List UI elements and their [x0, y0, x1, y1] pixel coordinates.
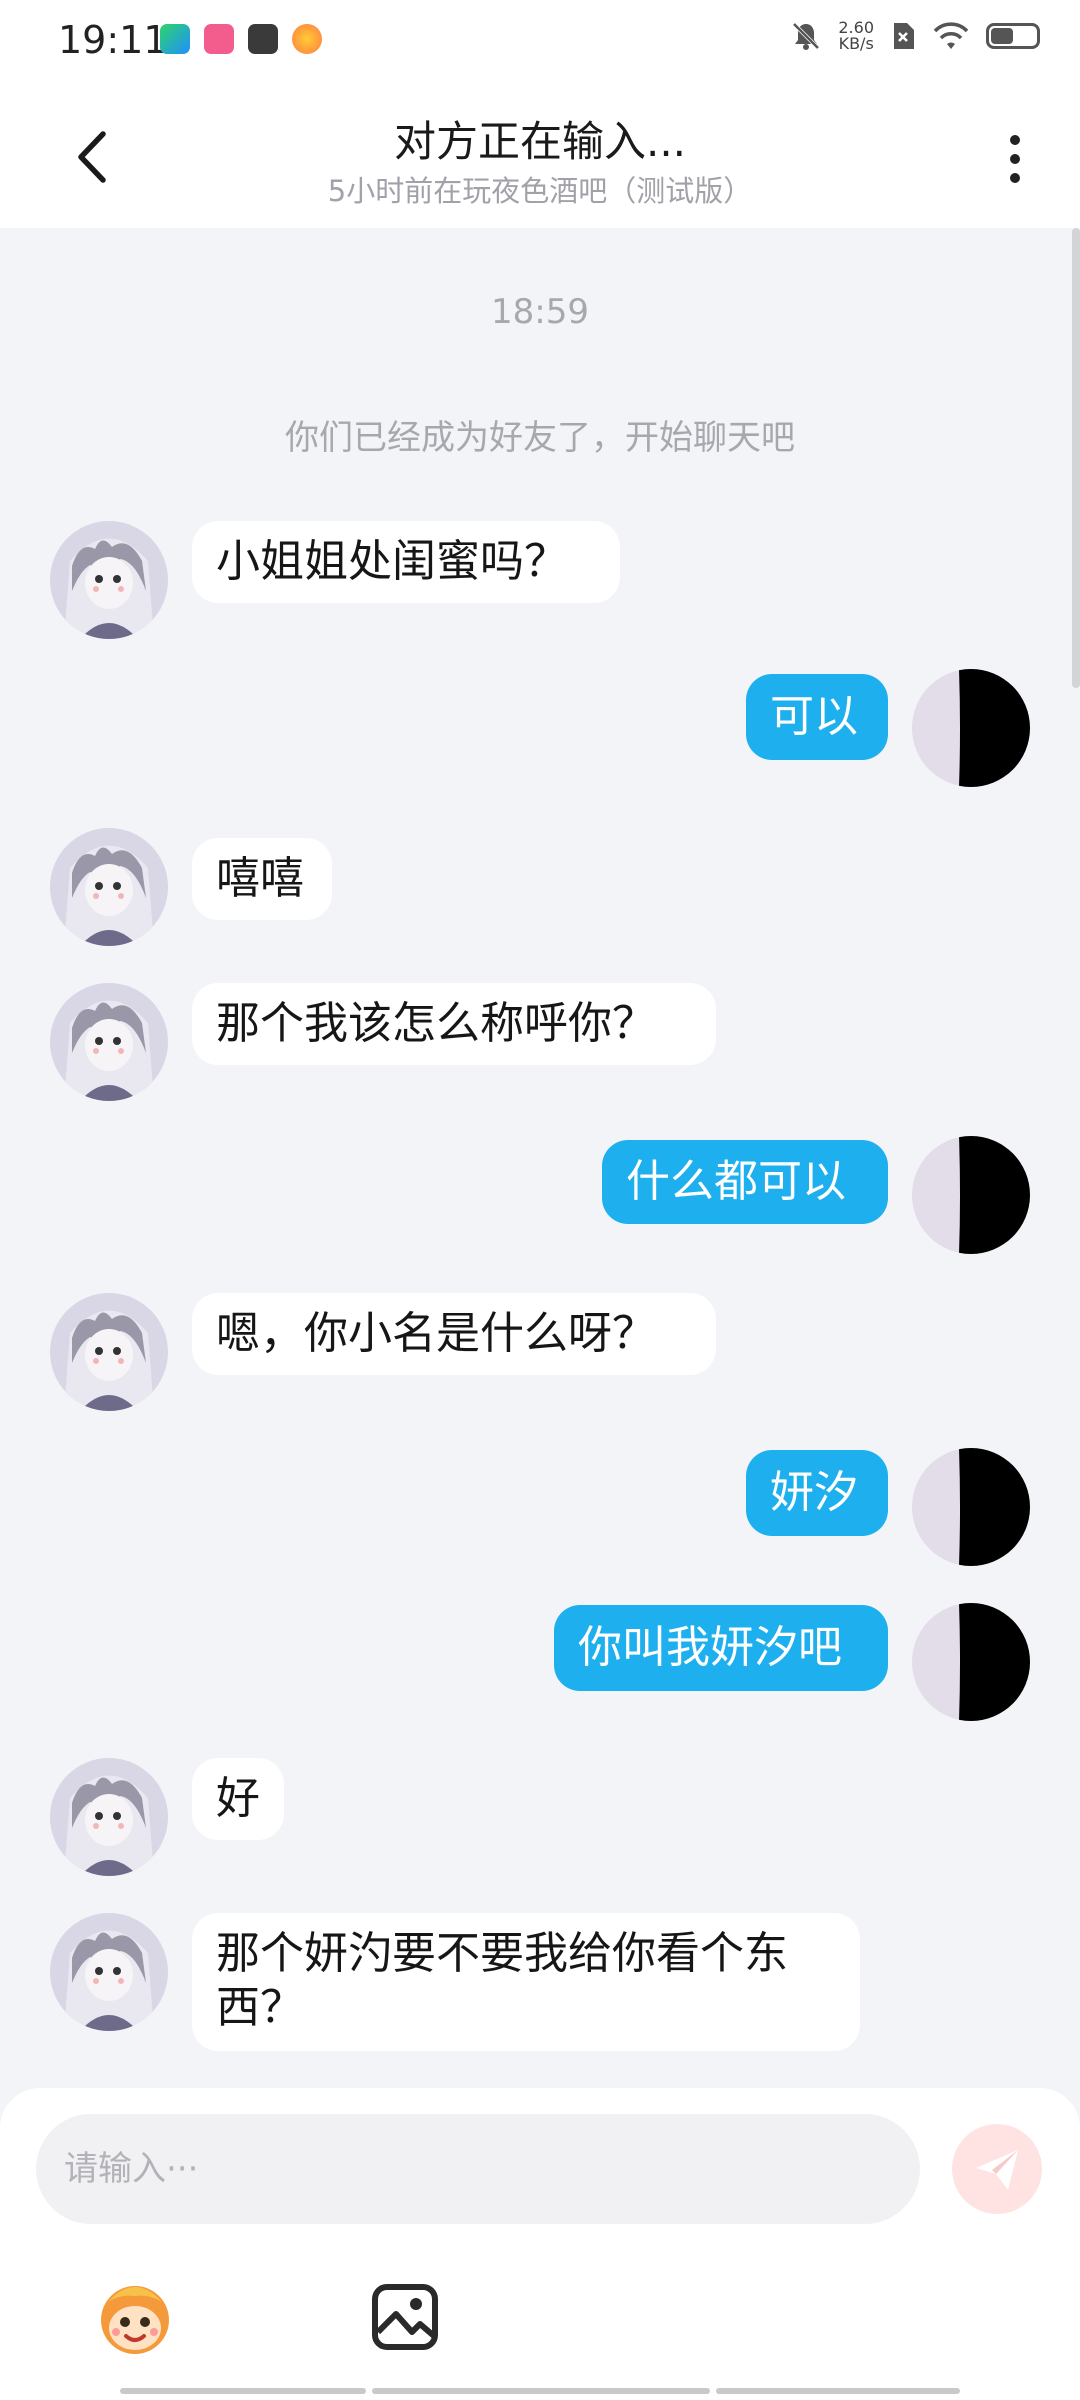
- half-moon-avatar-icon: [912, 1136, 1030, 1254]
- game-app-icon: [292, 24, 322, 54]
- message-bubble-received[interactable]: 好: [192, 1758, 284, 1840]
- anime-girl-avatar-icon: [50, 1913, 168, 2031]
- my-avatar[interactable]: [912, 1603, 1030, 1721]
- contact-avatar[interactable]: [50, 521, 168, 639]
- chat-timestamp: 18:59: [491, 292, 589, 332]
- chat-screen: 19:11 2.60 KB/s 对方正在输入... 5小时前在玩夜色酒吧（测试版…: [0, 0, 1080, 2400]
- message-bubble-received[interactable]: 那个妍汋要不要我给你看个东西？: [192, 1913, 860, 2051]
- message-bubble-received[interactable]: 那个我该怎么称呼你？: [192, 983, 716, 1065]
- more-dot: [1010, 173, 1020, 183]
- chat-title: 对方正在输入...: [393, 117, 687, 166]
- image-picker-icon: [372, 2284, 438, 2350]
- anime-girl-avatar-icon: [50, 828, 168, 946]
- mascot-sticker-icon: [101, 2286, 169, 2354]
- navigation-gesture-bar[interactable]: [120, 2388, 960, 2396]
- send-button[interactable]: [952, 2124, 1042, 2214]
- anime-girl-avatar-icon: [50, 983, 168, 1101]
- half-moon-avatar-icon: [912, 1448, 1030, 1566]
- message-bubble-sent[interactable]: 你叫我妍汐吧: [554, 1605, 888, 1691]
- my-avatar[interactable]: [912, 1448, 1030, 1566]
- more-dot: [1010, 154, 1020, 164]
- contact-avatar[interactable]: [50, 1293, 168, 1411]
- sticker-button[interactable]: [90, 2272, 180, 2362]
- bilibili-app-icon: [204, 24, 234, 54]
- status-time: 19:11: [58, 18, 168, 62]
- contact-avatar[interactable]: [50, 828, 168, 946]
- my-avatar[interactable]: [912, 1136, 1030, 1254]
- message-bubble-sent[interactable]: 可以: [746, 674, 888, 760]
- message-list[interactable]: 18:59 你们已经成为好友了，开始聊天吧 小姐姐处闺蜜吗？ 可以 嘻嘻 那个我…: [0, 228, 1080, 2088]
- anime-girl-avatar-icon: [50, 1758, 168, 1876]
- system-message: 你们已经成为好友了，开始聊天吧: [285, 418, 795, 458]
- no-sim-icon: [894, 23, 914, 49]
- message-input[interactable]: [36, 2114, 920, 2224]
- half-moon-avatar-icon: [912, 1603, 1030, 1721]
- contact-avatar[interactable]: [50, 983, 168, 1101]
- mail-app-icon: [248, 24, 278, 54]
- battery-icon: [986, 23, 1040, 49]
- paper-plane-icon: [976, 2150, 1018, 2190]
- anime-girl-avatar-icon: [50, 1293, 168, 1411]
- message-bubble-received[interactable]: 小姐姐处闺蜜吗？: [192, 521, 620, 603]
- message-bubble-sent[interactable]: 什么都可以: [602, 1140, 888, 1224]
- my-avatar[interactable]: [912, 669, 1030, 787]
- contact-avatar[interactable]: [50, 1913, 168, 2031]
- more-options-button[interactable]: [990, 122, 1040, 196]
- half-moon-avatar-icon: [912, 669, 1030, 787]
- contact-avatar[interactable]: [50, 1758, 168, 1876]
- network-speed-unit: KB/s: [838, 34, 874, 53]
- message-bubble-sent[interactable]: 妍汐: [746, 1450, 888, 1536]
- network-speed: 2.60 KB/s: [838, 20, 874, 52]
- wifi-icon: [933, 22, 969, 49]
- status-indicators: 2.60 KB/s: [790, 20, 1040, 52]
- message-bubble-received[interactable]: 嘻嘻: [192, 838, 332, 920]
- message-bubble-received[interactable]: 嗯，你小名是什么呀？: [192, 1293, 716, 1375]
- anime-girl-avatar-icon: [50, 521, 168, 639]
- chat-header: 对方正在输入... 5小时前在玩夜色酒吧（测试版）: [0, 82, 1080, 228]
- status-bar: 19:11 2.60 KB/s: [0, 0, 1080, 82]
- more-vertical-icon: [1010, 135, 1020, 145]
- chat-subtitle: 5小时前在玩夜色酒吧（测试版）: [327, 174, 753, 208]
- mute-bell-icon: [792, 22, 820, 50]
- image-picker-button[interactable]: [360, 2272, 450, 2362]
- status-notification-icons: [160, 24, 322, 54]
- composer-panel: [0, 2088, 1080, 2400]
- video-app-icon: [160, 24, 190, 54]
